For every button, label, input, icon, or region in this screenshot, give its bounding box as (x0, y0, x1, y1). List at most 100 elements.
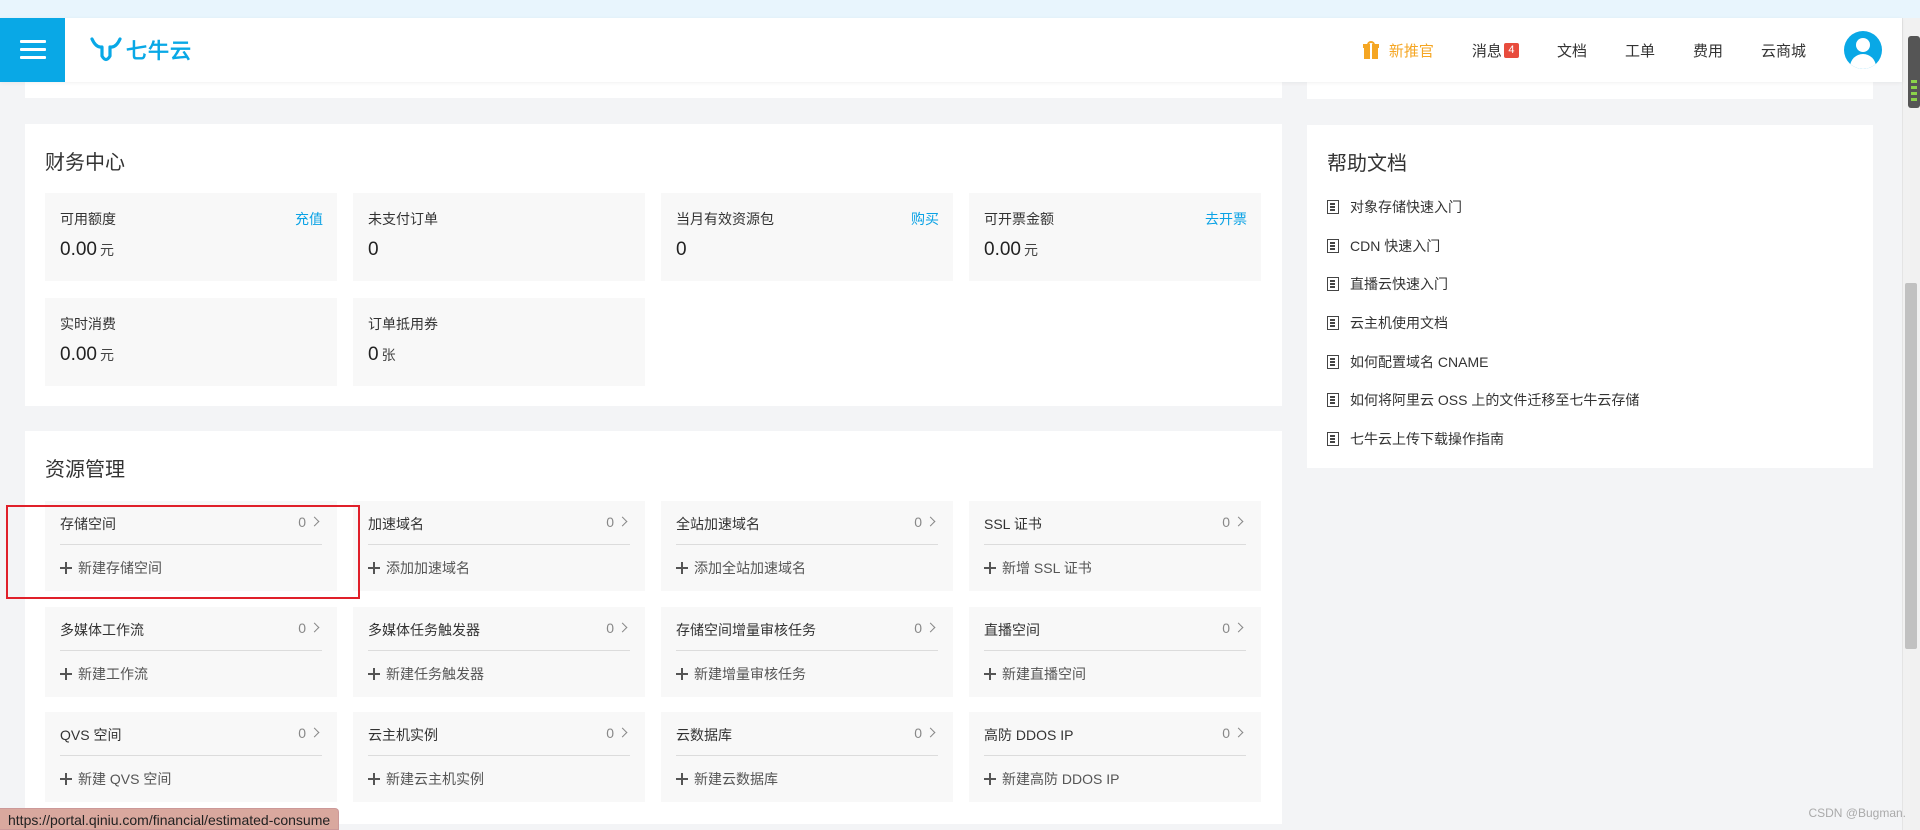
help-doc-link[interactable]: 如何将阿里云 OSS 上的文件迁移至七牛云存储 (1327, 390, 1639, 410)
scrollbar-thumb[interactable] (1905, 283, 1917, 649)
qiniu-bull-icon (90, 37, 122, 62)
document-icon (1327, 432, 1339, 446)
logo[interactable]: 七牛云 (90, 34, 192, 66)
resource-header[interactable]: 加速域名 0 (368, 501, 630, 545)
menu-button[interactable] (0, 18, 65, 82)
finance-invoice-label: 可开票金额 (984, 211, 1054, 227)
resource-item: 多媒体任务触发器 0 新建任务触发器 (353, 607, 645, 697)
resource-header[interactable]: SSL 证书 0 (984, 501, 1246, 545)
resource-add-button[interactable]: 新建高防 DDOS IP (984, 769, 1119, 789)
finance-invoice-box: 可开票金额 去开票 0.00 元 (969, 193, 1261, 281)
resource-add-button[interactable]: 新建增量审核任务 (676, 664, 806, 684)
plus-icon (984, 668, 996, 680)
resource-header[interactable]: 直播空间 0 (984, 607, 1246, 651)
finance-available-value: 0.00 元 (60, 239, 114, 260)
resource-item: 全站加速域名 0 添加全站加速域名 (661, 501, 953, 591)
hamburger-icon (19, 40, 46, 60)
resource-header[interactable]: 高防 DDOS IP 0 (984, 712, 1246, 756)
help-doc-link[interactable]: 直播云快速入门 (1327, 274, 1448, 294)
finance-packages-label: 当月有效资源包 (676, 211, 774, 227)
finance-packages-box: 当月有效资源包 购买 0 (661, 193, 953, 281)
nav-promo[interactable]: 新推官 (1362, 40, 1434, 61)
document-icon (1327, 393, 1339, 407)
finance-realtime-value: 0.00 元 (60, 344, 114, 365)
document-icon (1327, 239, 1339, 253)
message-count-badge: 4 (1503, 42, 1519, 58)
invoice-link[interactable]: 去开票 (1205, 209, 1247, 229)
resource-header[interactable]: 多媒体任务触发器 0 (368, 607, 630, 651)
resource-header[interactable]: 云数据库 0 (676, 712, 938, 756)
nav-messages-label: 消息 (1471, 42, 1502, 60)
chevron-right-icon (617, 516, 628, 527)
chevron-right-icon (617, 622, 628, 633)
resource-add-button[interactable]: 新建直播空间 (984, 664, 1086, 684)
nav-messages[interactable]: 消息 4 (1472, 40, 1519, 61)
resource-header[interactable]: 全站加速域名 0 (676, 501, 938, 545)
plus-icon (984, 773, 996, 785)
resource-add-button[interactable]: 添加全站加速域名 (676, 558, 806, 578)
help-doc-link[interactable]: 七牛云上传下载操作指南 (1327, 429, 1504, 449)
finance-available-label: 可用额度 (60, 211, 116, 227)
audio-meter-widget (1908, 36, 1920, 108)
chevron-right-icon (925, 516, 936, 527)
help-doc-link[interactable]: 对象存储快速入门 (1327, 197, 1462, 217)
resource-management-title: 资源管理 (45, 459, 125, 481)
plus-icon (368, 773, 380, 785)
top-strip (0, 0, 1920, 18)
chevron-right-icon (1233, 622, 1244, 633)
chevron-right-icon (1233, 516, 1244, 527)
chevron-right-icon (309, 622, 320, 633)
resource-header[interactable]: 多媒体工作流 0 (60, 607, 322, 651)
link-status-bar: https://portal.qiniu.com/financial/estim… (0, 808, 340, 830)
resource-add-button[interactable]: 新建 QVS 空间 (60, 769, 171, 789)
finance-coupons-box: 订单抵用券 0张 (353, 298, 645, 386)
resource-item: 直播空间 0 新建直播空间 (969, 607, 1261, 697)
chevron-right-icon (617, 727, 628, 738)
finance-invoice-value: 0.00 元 (984, 239, 1038, 260)
resource-add-button[interactable]: 新建云主机实例 (368, 769, 484, 789)
document-icon (1327, 277, 1339, 291)
nav-tickets[interactable]: 工单 (1625, 40, 1655, 61)
resource-item: 云主机实例 0 新建云主机实例 (353, 712, 645, 802)
top-nav: 新推官 消息 4 文档 工单 费用 云商城 (1362, 18, 1902, 82)
resource-header[interactable]: 存储空间增量审核任务 0 (676, 607, 938, 651)
resource-header[interactable]: QVS 空间 0 (60, 712, 322, 756)
nav-store[interactable]: 云商城 (1761, 40, 1806, 61)
resource-add-button[interactable]: 添加加速域名 (368, 558, 470, 578)
resource-item: 云数据库 0 新建云数据库 (661, 712, 953, 802)
nav-billing[interactable]: 费用 (1693, 40, 1723, 61)
finance-unpaid-value: 0 (368, 239, 379, 260)
resource-add-button[interactable]: 新建工作流 (60, 664, 148, 684)
chevron-right-icon (309, 727, 320, 738)
document-icon (1327, 355, 1339, 369)
help-docs-title: 帮助文档 (1327, 153, 1407, 175)
watermark: CSDN @Bugman. (1808, 806, 1906, 820)
resource-header[interactable]: 云主机实例 0 (368, 712, 630, 756)
help-docs-card: 帮助文档 对象存储快速入门 CDN 快速入门 直播云快速入门 云主机使用文档 如… (1307, 125, 1873, 468)
resource-add-button[interactable]: 新增 SSL 证书 (984, 558, 1092, 578)
previous-card-bottom (25, 82, 1282, 98)
user-avatar[interactable] (1844, 31, 1882, 69)
nav-docs[interactable]: 文档 (1557, 40, 1587, 61)
resource-item: 高防 DDOS IP 0 新建高防 DDOS IP (969, 712, 1261, 802)
finance-coupons-label: 订单抵用券 (368, 316, 438, 332)
resource-item: 存储空间增量审核任务 0 新建增量审核任务 (661, 607, 953, 697)
nav-promo-label: 新推官 (1388, 42, 1434, 60)
chevron-right-icon (925, 727, 936, 738)
finance-packages-value: 0 (676, 239, 687, 260)
gift-icon (1362, 41, 1379, 59)
resource-item: 多媒体工作流 0 新建工作流 (45, 607, 337, 697)
plus-icon (676, 562, 688, 574)
buy-package-link[interactable]: 购买 (911, 209, 939, 229)
finance-center-title: 财务中心 (45, 152, 125, 174)
resource-add-button[interactable]: 新建任务触发器 (368, 664, 484, 684)
help-doc-link[interactable]: CDN 快速入门 (1327, 236, 1440, 256)
document-icon (1327, 316, 1339, 330)
plus-icon (60, 773, 72, 785)
plus-icon (60, 668, 72, 680)
resource-add-button[interactable]: 新建云数据库 (676, 769, 778, 789)
recharge-link[interactable]: 充值 (295, 209, 323, 229)
finance-realtime-box[interactable]: 实时消费 0.00 元 (45, 298, 337, 386)
help-doc-link[interactable]: 云主机使用文档 (1327, 313, 1448, 333)
help-doc-link[interactable]: 如何配置域名 CNAME (1327, 352, 1488, 372)
